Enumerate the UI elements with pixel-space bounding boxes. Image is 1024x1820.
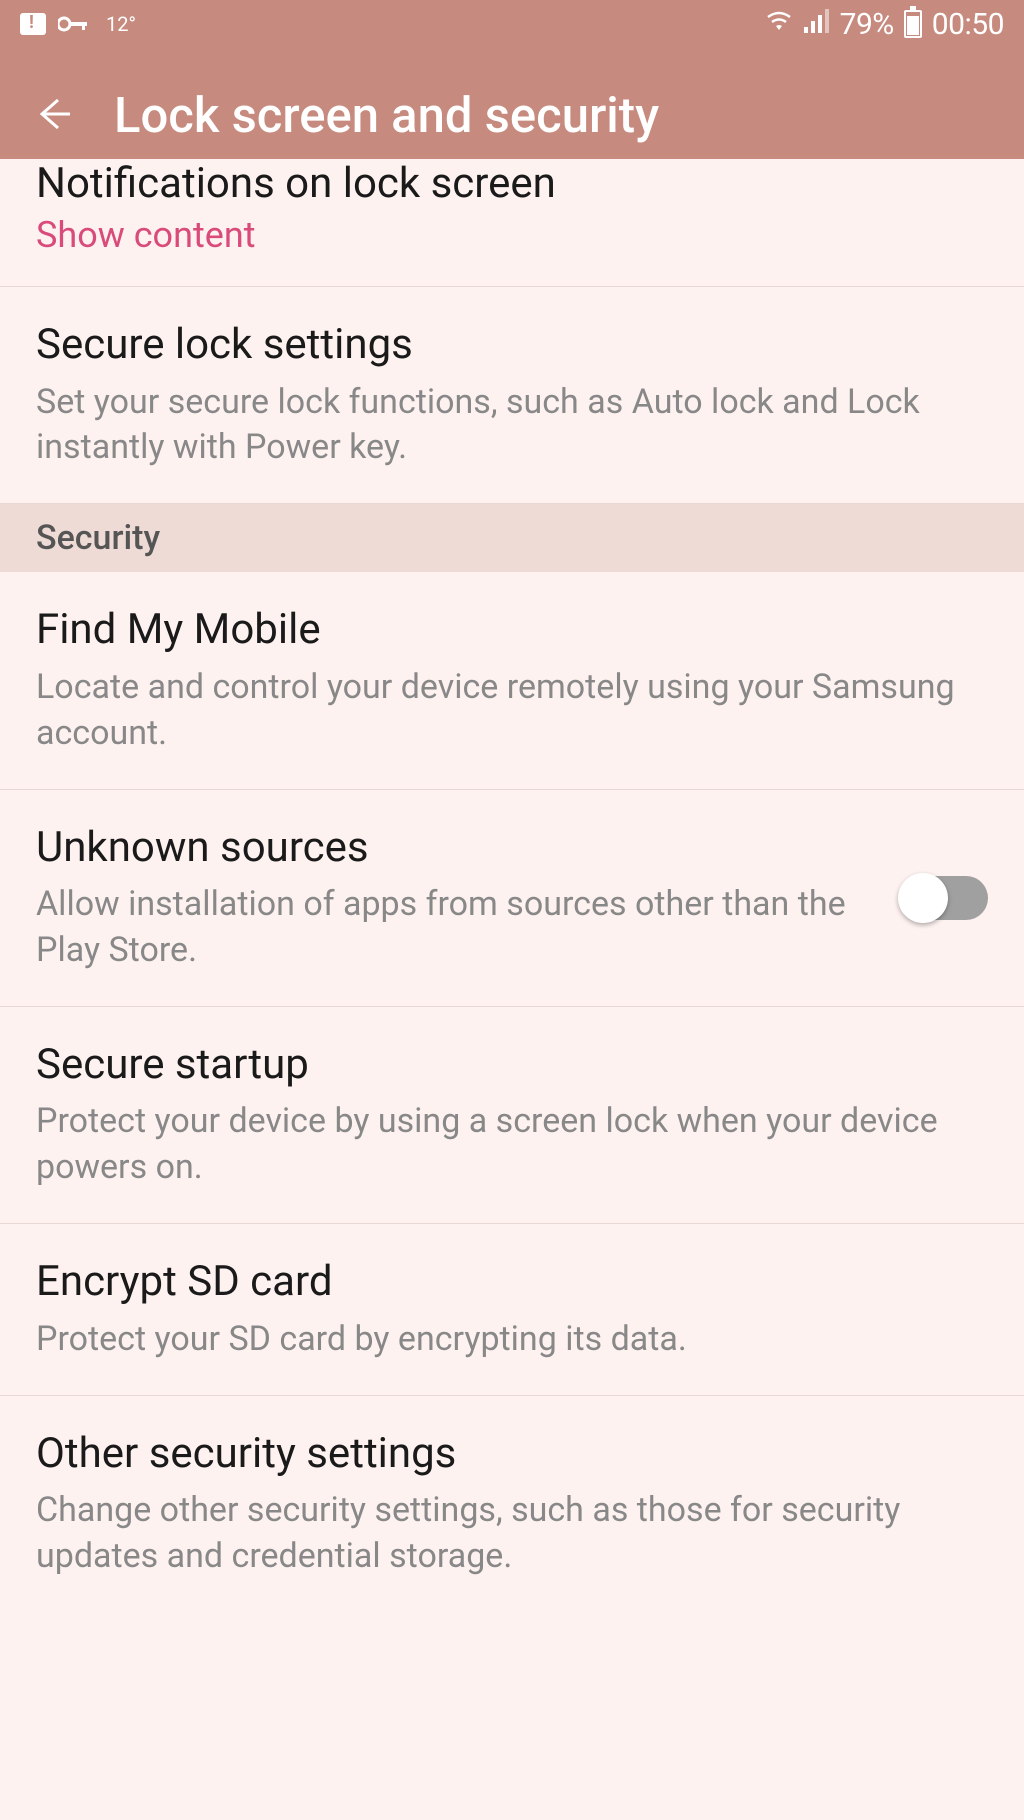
setting-value: Show content [36,214,988,256]
setting-desc: Protect your device by using a screen lo… [36,1099,988,1191]
wifi-icon [764,9,794,39]
setting-title: Other security settings [36,1428,988,1481]
battery-icon [904,10,922,38]
setting-other-security[interactable]: Other security settings Change other sec… [0,1396,1024,1612]
clock-time: 00:50 [932,7,1004,42]
section-header-security: Security [0,504,1024,572]
setting-desc: Change other security settings, such as … [36,1488,988,1580]
toggle-unknown-sources[interactable] [902,876,988,920]
status-right: 79% 00:50 [764,7,1004,42]
setting-title: Secure lock settings [36,319,988,372]
signal-icon [804,9,830,39]
page-title: Lock screen and security [114,87,659,144]
setting-secure-lock[interactable]: Secure lock settings Set your secure loc… [0,287,1024,504]
setting-text: Unknown sources Allow installation of ap… [36,822,902,974]
setting-find-my-mobile[interactable]: Find My Mobile Locate and control your d… [0,572,1024,789]
setting-title: Unknown sources [36,822,872,875]
settings-list: Notifications on lock screen Show conten… [0,159,1024,1612]
setting-title: Notifications on lock screen [36,159,988,208]
setting-desc: Set your secure lock functions, such as … [36,380,988,472]
temperature: 12° [106,12,136,36]
key-icon [58,16,90,32]
toggle-knob [898,873,948,923]
sim-alert-icon [20,13,46,35]
back-icon[interactable] [30,92,74,140]
setting-title: Encrypt SD card [36,1256,988,1309]
setting-notifications-lockscreen[interactable]: Notifications on lock screen Show conten… [0,159,1024,287]
battery-percent: 79% [840,7,894,42]
setting-desc: Allow installation of apps from sources … [36,882,872,974]
setting-desc: Protect your SD card by encrypting its d… [36,1317,988,1363]
setting-encrypt-sd[interactable]: Encrypt SD card Protect your SD card by … [0,1224,1024,1395]
status-left: 12° [20,12,136,36]
setting-title: Find My Mobile [36,604,988,657]
setting-secure-startup[interactable]: Secure startup Protect your device by us… [0,1007,1024,1224]
setting-unknown-sources[interactable]: Unknown sources Allow installation of ap… [0,790,1024,1007]
status-bar: 12° 79% 00:50 [0,0,1024,48]
setting-title: Secure startup [36,1039,988,1092]
setting-desc: Locate and control your device remotely … [36,665,988,757]
